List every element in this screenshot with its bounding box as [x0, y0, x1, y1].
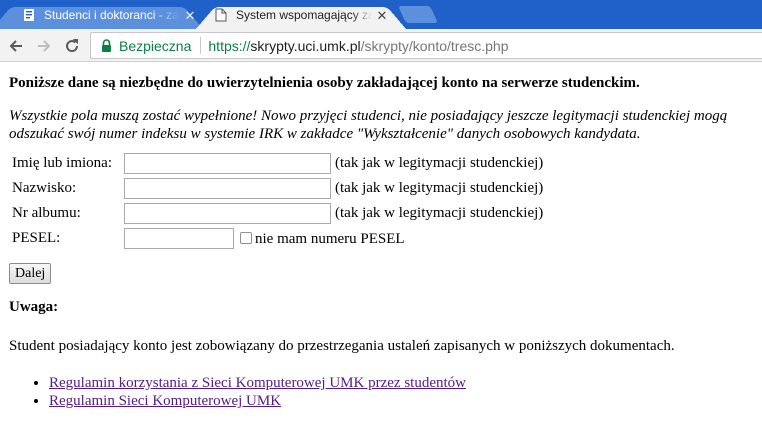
- pesel-label: PESEL:: [12, 230, 61, 246]
- album-label: Nr albumu:: [12, 205, 81, 221]
- first-name-cell: [123, 152, 332, 175]
- first-name-label: Imię lub imiona:: [12, 155, 112, 171]
- first-name-hint: (tak jak w legitymacji studenckiej): [335, 155, 544, 171]
- form-row-first-name: Imię lub imiona: (tak jak w legitymacji …: [11, 152, 544, 175]
- url-scheme: https://: [208, 37, 251, 54]
- reload-icon: [66, 39, 79, 53]
- address-bar[interactable]: Bezpieczna https://skrypty.uci.umk.pl/sk…: [90, 32, 762, 59]
- lock-icon: [101, 39, 113, 53]
- list-item: Regulamin korzystania z Sieci Komputerow…: [49, 374, 754, 392]
- tab-close-icon[interactable]: ✕: [374, 7, 390, 23]
- url-host: skrypty.uci.umk.pl: [250, 37, 361, 54]
- first-name-field[interactable]: [124, 153, 331, 174]
- document-blue-icon: [22, 8, 36, 22]
- last-name-label: Nazwisko:: [12, 180, 77, 196]
- new-tab-shape: [398, 6, 438, 23]
- page-icon: [214, 8, 228, 22]
- no-pesel-label: nie mam numeru PESEL: [255, 231, 405, 247]
- warning-title: Uwaga:: [9, 299, 59, 315]
- account-form: Imię lub imiona: (tak jak w legitymacji …: [9, 150, 546, 252]
- form-row-last-name: Nazwisko: (tak jak w legitymacji studenc…: [11, 177, 544, 200]
- tab-strip: Studenci i doktoranci - zasoby ✕ System …: [0, 0, 762, 29]
- page-content: Poniższe dane są niezbędne do uwierzytel…: [9, 72, 754, 410]
- last-name-field[interactable]: [124, 178, 331, 199]
- intro-heading: Poniższe dane są niezbędne do uwierzytel…: [9, 75, 640, 91]
- arrow-right-icon: [38, 40, 51, 52]
- form-row-album: Nr albumu: (tak jak w legitymacji studen…: [11, 202, 544, 225]
- new-tab-button[interactable]: [398, 6, 438, 23]
- documents-list: Regulamin korzystania z Sieci Komputerow…: [9, 374, 754, 410]
- next-button[interactable]: Dalej: [9, 263, 52, 284]
- last-name-cell: [123, 177, 332, 200]
- reload-button[interactable]: [60, 34, 84, 58]
- address-separator: [200, 37, 202, 54]
- security-label[interactable]: Bezpieczna: [119, 38, 191, 54]
- list-item: Regulamin Sieci Komputerowej UMK: [49, 392, 754, 410]
- arrow-left-icon: [9, 40, 22, 52]
- last-name-hint: (tak jak w legitymacji studenckiej): [335, 180, 544, 196]
- tab-system[interactable]: System wspomagający zakładanie kont ✕: [196, 1, 406, 29]
- tab-title: System wspomagający zakładanie kont: [236, 8, 372, 22]
- pesel-cell: nie mam numeru PESEL: [123, 227, 544, 250]
- network-regulations-link[interactable]: Regulamin Sieci Komputerowej UMK: [49, 393, 281, 409]
- back-button[interactable]: [4, 34, 28, 58]
- browser-toolbar: Bezpieczna https://skrypty.uci.umk.pl/sk…: [0, 29, 762, 62]
- album-hint: (tak jak w legitymacji studenckiej): [335, 205, 544, 221]
- forward-button[interactable]: [32, 34, 56, 58]
- tab-studenci[interactable]: Studenci i doktoranci - zasoby ✕: [0, 1, 203, 29]
- album-number-field[interactable]: [124, 203, 331, 224]
- form-row-pesel: PESEL: nie mam numeru PESEL: [11, 227, 544, 250]
- pesel-field[interactable]: [124, 228, 234, 249]
- album-cell: [123, 202, 332, 225]
- url-path: /skrypty/konto/tresc.php: [360, 37, 509, 54]
- warning-text: Student posiadający konto jest zobowiąza…: [9, 338, 675, 354]
- no-pesel-checkbox[interactable]: [240, 232, 252, 245]
- student-network-regulations-link[interactable]: Regulamin korzystania z Sieci Komputerow…: [49, 375, 466, 391]
- intro-note: Wszystkie pola muszą zostać wypełnione! …: [9, 108, 728, 142]
- tab-title: Studenci i doktoranci - zasoby: [44, 8, 180, 22]
